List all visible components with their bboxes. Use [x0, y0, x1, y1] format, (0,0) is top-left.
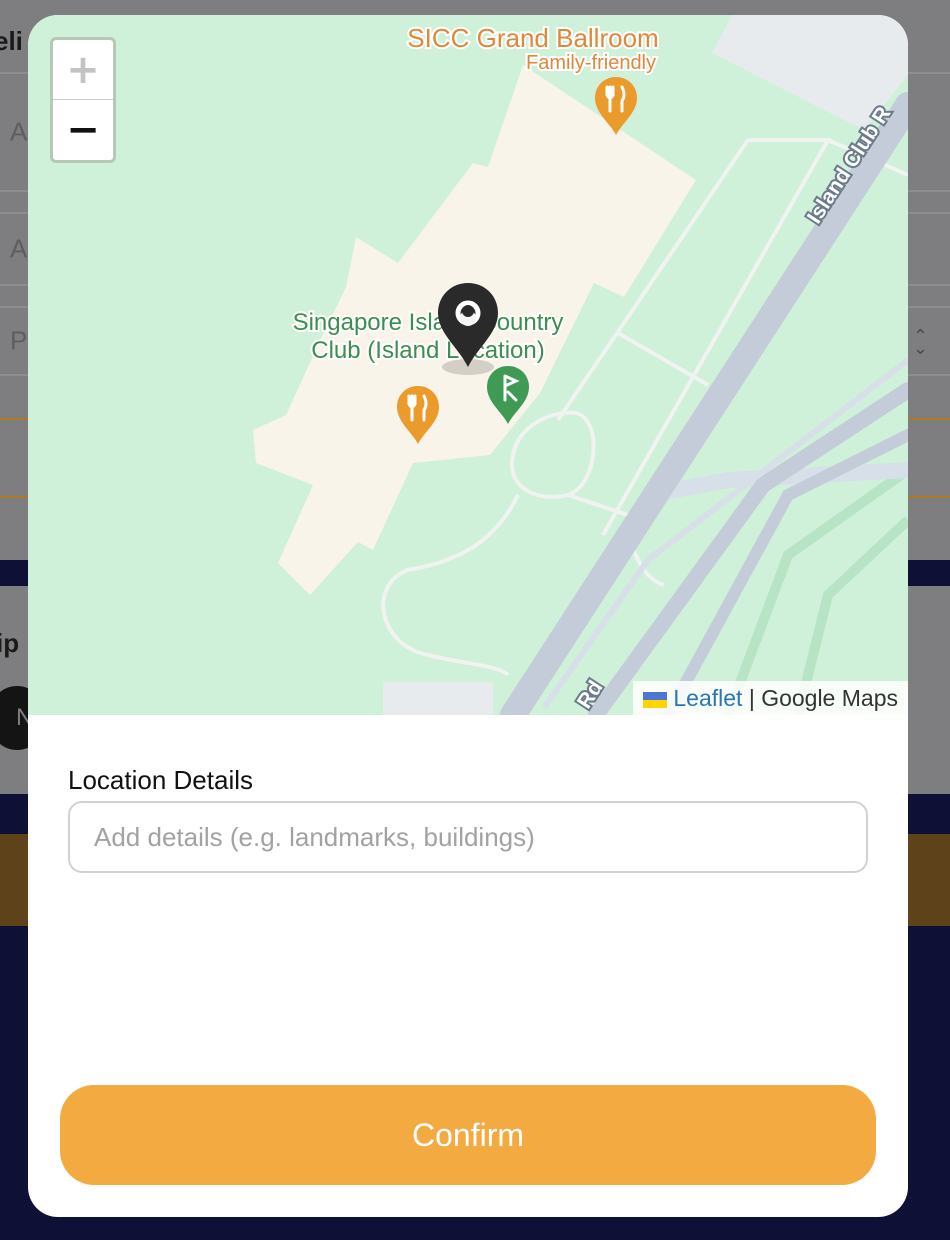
map-canvas[interactable]: Island Club R Rd SICC Grand Ballroom Fam… [28, 15, 908, 715]
background-heading: ip [0, 628, 20, 658]
club-label: Singapore Island Country [293, 309, 564, 336]
map-building [383, 682, 493, 715]
map-attribution: Leaflet | Google Maps [633, 681, 908, 715]
zoom-control: + − [50, 37, 116, 163]
location-details-input[interactable] [68, 801, 868, 873]
zoom-in-button[interactable]: + [53, 40, 113, 100]
map-view[interactable]: Island Club R Rd SICC Grand Ballroom Fam… [28, 15, 908, 715]
zoom-out-button[interactable]: − [53, 100, 113, 160]
ballroom-label: SICC Grand Ballroom [407, 23, 658, 53]
attribution-provider: Google Maps [761, 685, 898, 711]
location-details-label: Location Details [68, 765, 253, 795]
location-picker-modal: Island Club R Rd SICC Grand Ballroom Fam… [28, 15, 908, 1217]
confirm-button[interactable]: Confirm [60, 1085, 876, 1185]
club-label: Club (Island Location) [311, 337, 544, 364]
leaflet-link[interactable]: Leaflet [673, 685, 742, 711]
ballroom-tag-label: Family-friendly [526, 52, 656, 74]
attribution-separator: | [748, 685, 755, 711]
chevron-updown-icon: ⌃ ⌄ [912, 326, 928, 358]
ukraine-flag-icon [643, 692, 668, 708]
background-heading: eli [0, 26, 23, 56]
